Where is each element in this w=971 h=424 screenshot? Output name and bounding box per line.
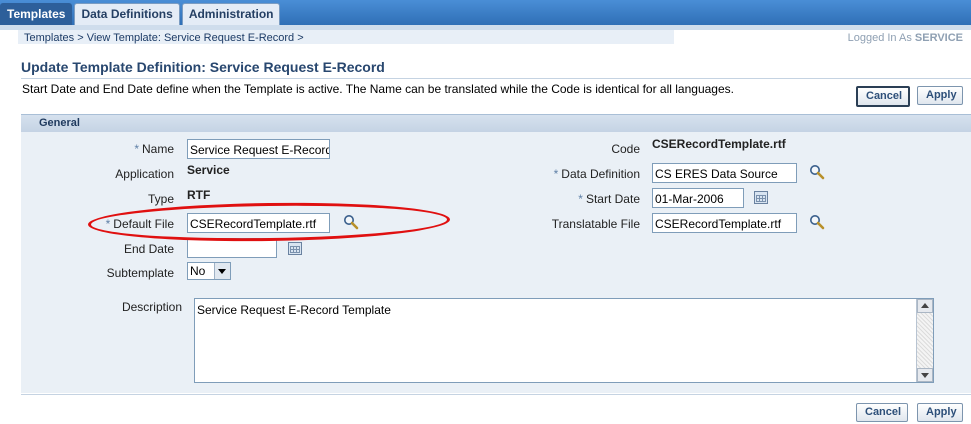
description-text: Service Request E-Record Template: [197, 303, 391, 317]
general-section-header: General: [21, 114, 971, 132]
end-date-label: End Date: [123, 242, 174, 256]
description-field[interactable]: Service Request E-Record Template: [194, 298, 934, 383]
subtemplate-selected-value: No: [190, 264, 206, 278]
start-date-field[interactable]: 01-Mar-2006: [652, 188, 744, 208]
data-definition-field[interactable]: CS ERES Data Source: [652, 163, 797, 183]
type-label: Type: [147, 192, 174, 206]
code-label: Code: [611, 142, 640, 156]
bottom-divider: [21, 394, 971, 395]
page-instructions: Start Date and End Date define when the …: [22, 82, 734, 96]
description-scrollbar[interactable]: [916, 299, 933, 382]
translatable-file-label: Translatable File: [551, 217, 640, 231]
breadcrumb-link-templates[interactable]: Templates: [24, 32, 74, 44]
tab-templates[interactable]: Templates: [0, 3, 73, 25]
subtemplate-label: Subtemplate: [106, 266, 174, 280]
scroll-down-icon[interactable]: [917, 368, 933, 382]
tab-list: Templates Data Definitions Administratio…: [0, 3, 282, 25]
cancel-button-bottom[interactable]: Cancel: [856, 403, 908, 422]
logged-in-prefix: Logged In As: [847, 32, 912, 44]
apply-button-top[interactable]: Apply: [917, 86, 963, 105]
application-value: Service: [187, 163, 230, 177]
section-title: General: [39, 117, 80, 129]
subtemplate-select[interactable]: No: [187, 262, 231, 280]
name-field[interactable]: Service Request E-Record: [187, 139, 330, 159]
scroll-up-icon[interactable]: [917, 299, 933, 313]
chevron-down-icon[interactable]: [214, 263, 230, 279]
search-icon[interactable]: [809, 214, 825, 230]
breadcrumb-separator: >: [77, 32, 84, 44]
type-value: RTF: [187, 188, 211, 202]
application-label: Application: [115, 167, 174, 181]
data-definition-label: * Data Definition: [553, 167, 640, 181]
description-label: Description: [121, 300, 182, 314]
breadcrumb-link-view-template[interactable]: View Template: Service Request E-Record: [87, 32, 294, 44]
breadcrumb-separator: >: [297, 32, 304, 44]
logged-in-status: Logged In As SERVICE: [848, 32, 963, 44]
required-indicator: *: [134, 142, 139, 156]
required-indicator: *: [578, 192, 583, 206]
apply-button-bottom[interactable]: Apply: [917, 403, 963, 422]
calendar-icon[interactable]: [288, 242, 302, 255]
tab-data-definitions[interactable]: Data Definitions: [74, 3, 180, 25]
title-divider: [21, 78, 971, 79]
page-title: Update Template Definition: Service Requ…: [21, 59, 385, 75]
calendar-icon[interactable]: [754, 191, 768, 204]
name-label: * Name: [134, 142, 174, 156]
translatable-file-field[interactable]: CSERecordTemplate.rtf: [652, 213, 797, 233]
breadcrumb: Templates > View Template: Service Reque…: [24, 32, 304, 44]
search-icon[interactable]: [809, 164, 825, 180]
start-date-label: * Start Date: [578, 192, 640, 206]
code-value: CSERecordTemplate.rtf: [652, 137, 786, 151]
cancel-button-top[interactable]: Cancel: [856, 86, 910, 107]
tab-administration[interactable]: Administration: [181, 3, 281, 25]
required-indicator: *: [553, 167, 559, 181]
logged-in-user: SERVICE: [914, 32, 963, 44]
